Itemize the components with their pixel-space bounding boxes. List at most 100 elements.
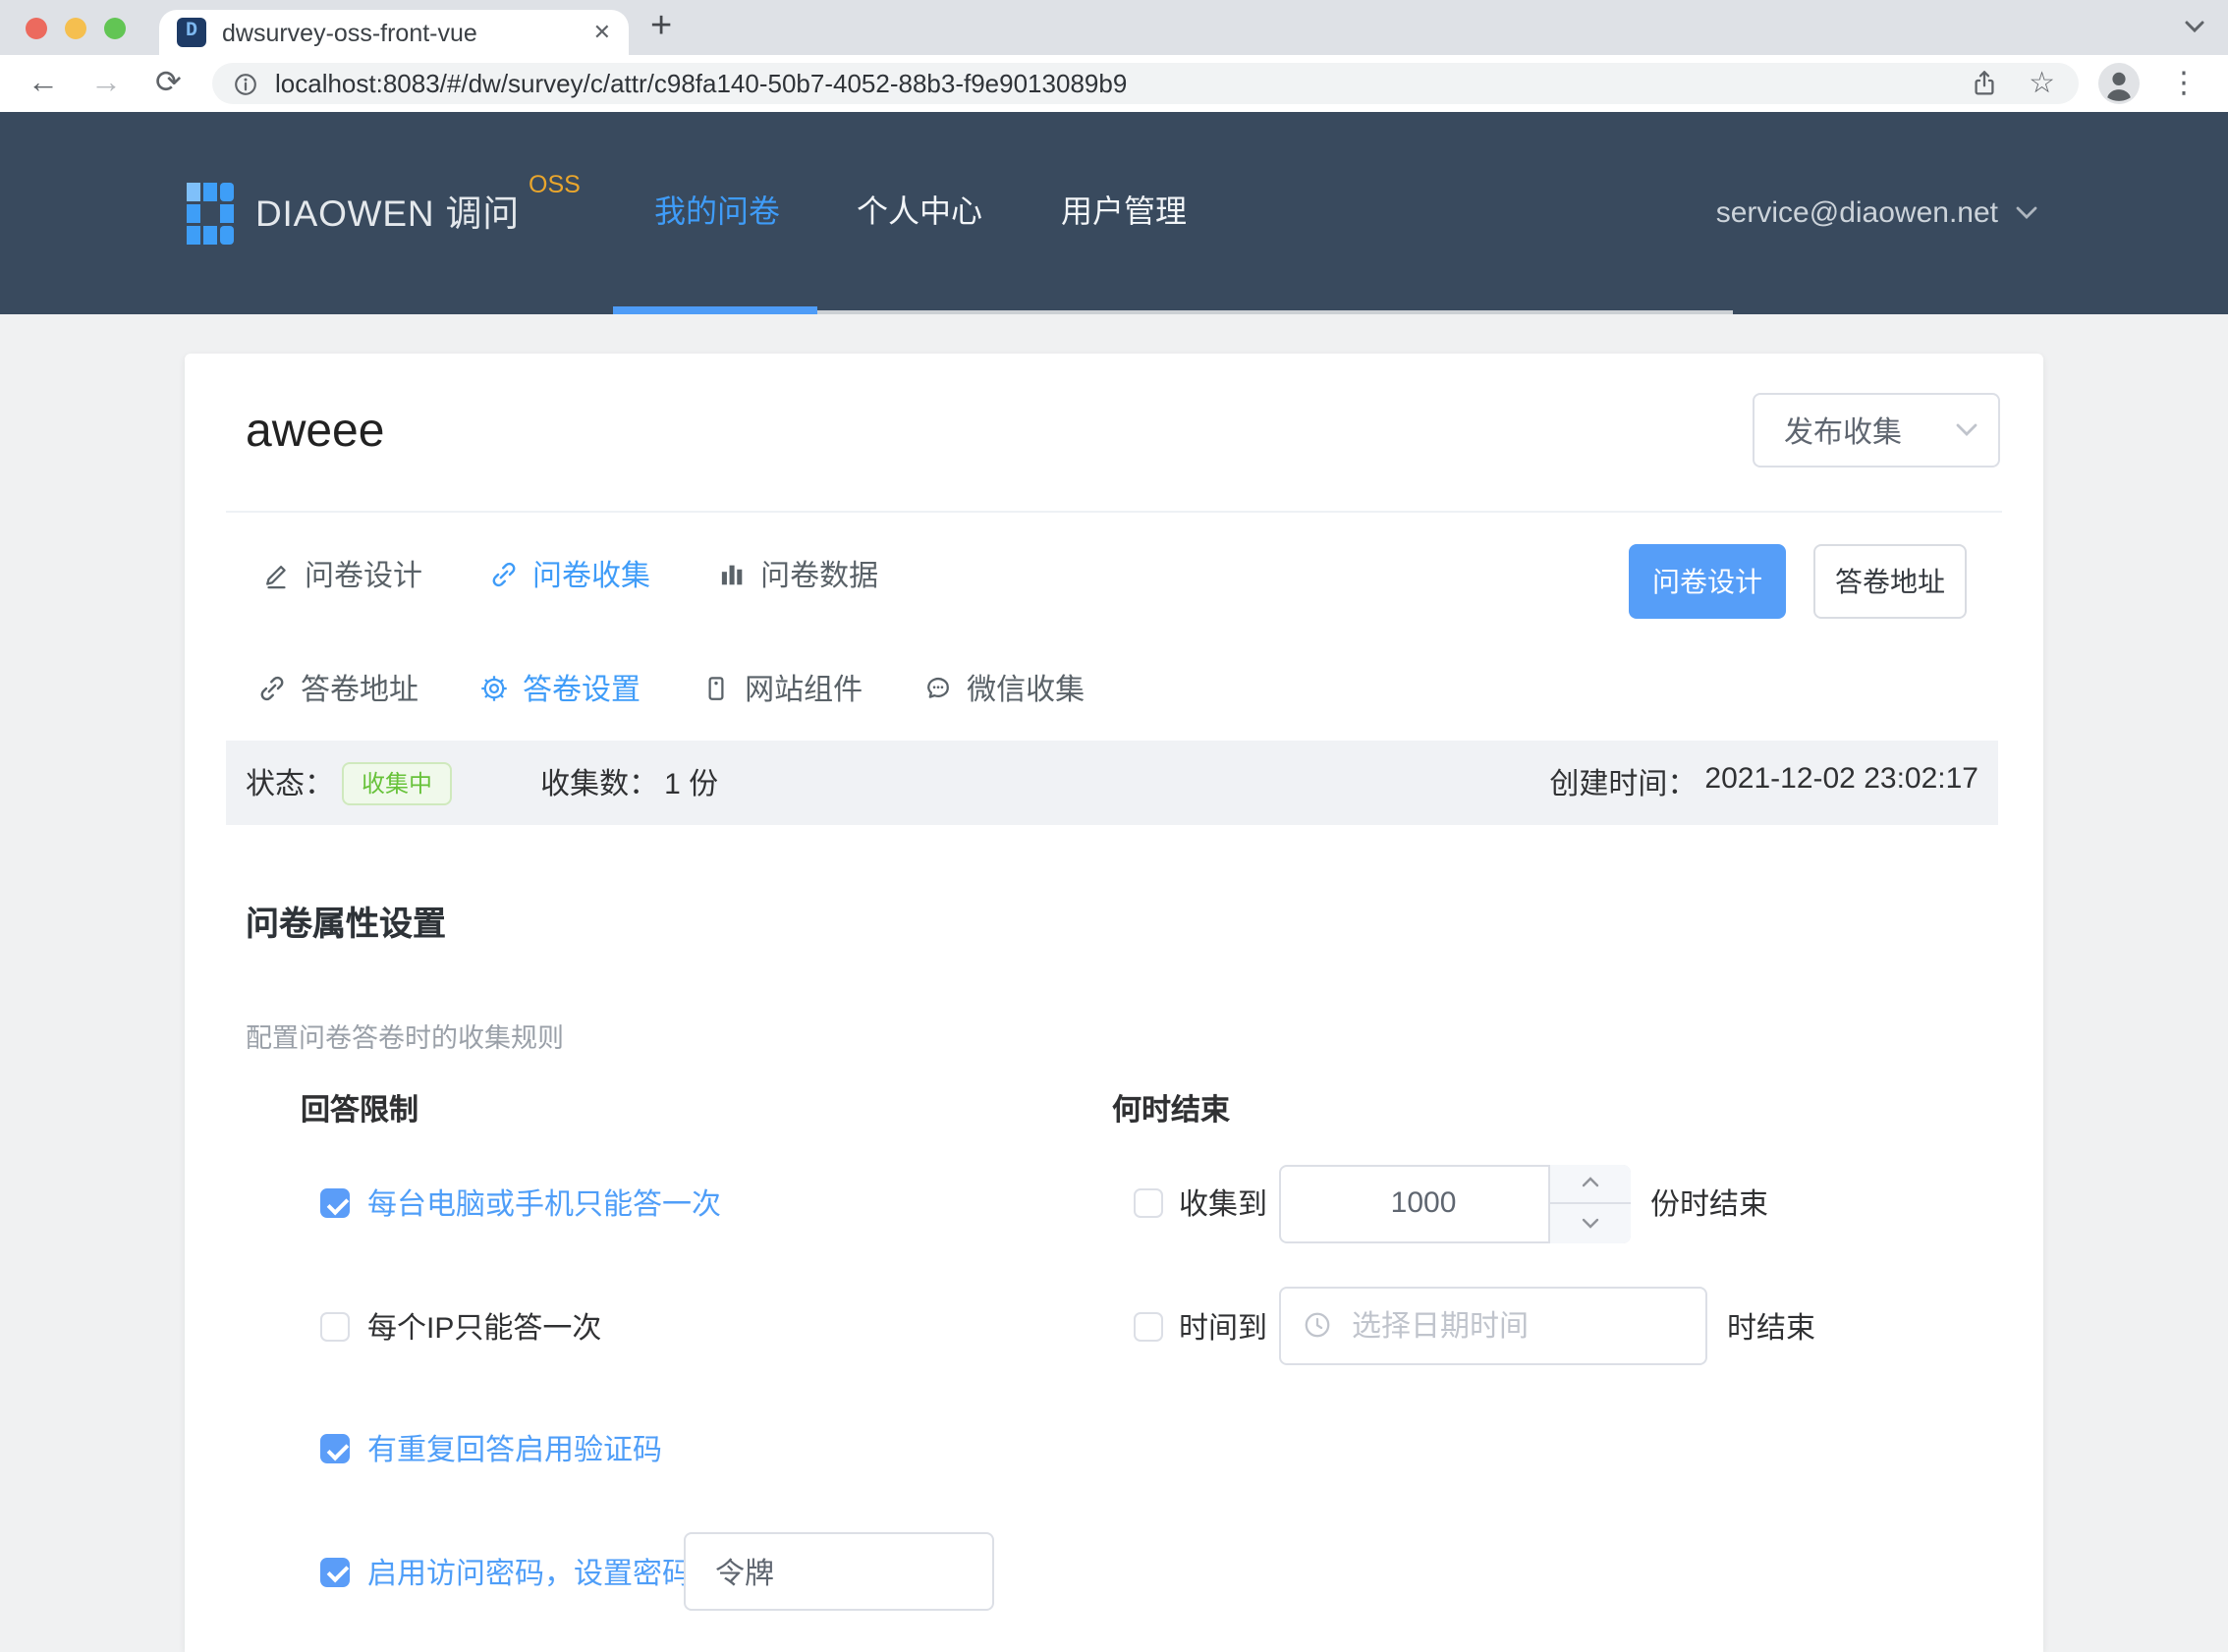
checkbox-password[interactable]	[320, 1557, 350, 1586]
rule-row-captcha: 有重复回答启用验证码	[320, 1419, 662, 1478]
account-menu[interactable]: service@diaowen.net	[1716, 112, 2037, 314]
window-minimize-button[interactable]	[65, 17, 86, 38]
rule-row-ip-once: 每个IP只能答一次	[320, 1296, 601, 1355]
browser-tab-strip: D dwsurvey-oss-front-vue ✕ +	[0, 0, 2228, 55]
status-bar: 状态： 收集中 收集数： 1 份 创建时间： 2021-12-02 23:02:…	[226, 741, 1998, 825]
password-input[interactable]	[684, 1532, 994, 1611]
nav-item-personal-center[interactable]: 个人中心	[857, 112, 982, 314]
bar-chart-icon	[717, 559, 747, 588]
tag-icon	[701, 673, 731, 702]
survey-card: aweee 发布收集 问卷设计 问卷收集 问卷数据 问卷设计 答卷地址	[185, 354, 2043, 1652]
chevron-down-icon	[1955, 422, 1978, 438]
number-spinner	[1548, 1164, 1631, 1242]
rule-row-password: 启用访问密码，设置密码	[320, 1542, 692, 1601]
link-icon	[489, 559, 519, 588]
tab-wechat-collect[interactable]: 微信收集	[923, 667, 1085, 708]
checkbox-end-by-time[interactable]	[1134, 1311, 1163, 1341]
tab-label: 答卷设置	[523, 667, 641, 708]
group-title-answer-limit: 回答限制	[301, 1088, 418, 1129]
window-zoom-button[interactable]	[104, 17, 126, 38]
count-rule-prefix: 收集到	[1179, 1183, 1267, 1224]
address-bar[interactable]: localhost:8083/#/dw/survey/c/attr/c98fa1…	[212, 63, 2079, 104]
account-email: service@diaowen.net	[1716, 196, 1998, 230]
nav-item-my-surveys[interactable]: 我的问卷	[654, 112, 780, 314]
checkbox-ip-once[interactable]	[320, 1311, 350, 1341]
bookmark-star-icon[interactable]: ☆	[2029, 63, 2055, 104]
created-time-value: 2021-12-02 23:02:17	[1704, 762, 1978, 803]
checkbox-label: 启用访问密码，设置密码	[367, 1551, 692, 1592]
nav-active-underline	[613, 306, 817, 314]
section-title: 问卷属性设置	[246, 896, 446, 945]
browser-toolbar: ← → ⟳ localhost:8083/#/dw/survey/c/attr/…	[0, 55, 2228, 112]
tab-answer-address[interactable]: 答卷地址	[257, 667, 418, 708]
browser-menu-icon[interactable]: ⋮	[2169, 55, 2199, 112]
publish-collect-value: 发布收集	[1784, 410, 1902, 451]
section-description: 配置问卷答卷时的收集规则	[246, 1016, 564, 1055]
spinner-up-icon[interactable]	[1550, 1164, 1631, 1204]
pencil-icon	[261, 559, 291, 588]
secondary-tabs: 答卷地址 答卷设置 网站组件 微信收集	[257, 634, 1085, 741]
diaowen-logo-icon	[187, 183, 238, 246]
checkbox-captcha[interactable]	[320, 1434, 350, 1463]
reload-icon[interactable]: ⟳	[155, 55, 182, 112]
checkbox-end-by-count[interactable]	[1134, 1188, 1163, 1218]
tab-label: 问卷设计	[305, 553, 422, 594]
group-title-end-rules: 何时结束	[1112, 1088, 1230, 1129]
forward-icon[interactable]: →	[90, 55, 122, 112]
status-label: 状态：	[246, 762, 334, 803]
tab-label: 问卷数据	[760, 553, 878, 594]
collect-count-label: 收集数：	[540, 762, 658, 803]
tab-label: 网站组件	[745, 667, 863, 708]
chevron-down-icon	[2016, 206, 2037, 220]
status-badge: 收集中	[342, 761, 452, 804]
tab-answer-settings[interactable]: 答卷设置	[479, 667, 641, 708]
tab-survey-data[interactable]: 问卷数据	[717, 553, 878, 594]
back-icon[interactable]: ←	[28, 55, 59, 112]
share-icon[interactable]	[1970, 69, 1997, 98]
publish-collect-select[interactable]: 发布收集	[1753, 393, 2000, 468]
screen: D dwsurvey-oss-front-vue ✕ + ← → ⟳ local…	[0, 0, 2228, 1652]
date-picker-field	[1279, 1287, 1707, 1365]
checkbox-device-once[interactable]	[320, 1188, 350, 1218]
app-header: DIAOWEN 调问 OSS 我的问卷 个人中心 用户管理 service@di…	[0, 112, 2228, 314]
survey-design-button[interactable]: 问卷设计	[1629, 544, 1786, 619]
chat-bubble-icon	[923, 673, 953, 702]
answer-address-button[interactable]: 答卷地址	[1813, 544, 1967, 619]
survey-title: aweee	[246, 405, 384, 460]
tab-close-icon[interactable]: ✕	[593, 20, 611, 45]
count-rule-suffix: 份时结束	[1650, 1183, 1768, 1224]
checkbox-label: 每个IP只能答一次	[367, 1305, 601, 1347]
rule-row-end-by-time: 时间到 时结束	[1134, 1287, 1815, 1365]
primary-tabs: 问卷设计 问卷收集 问卷数据	[261, 513, 878, 634]
tab-label: 问卷收集	[532, 553, 650, 594]
tab-search-chevron-icon[interactable]	[2185, 20, 2204, 33]
tab-site-widget[interactable]: 网站组件	[701, 667, 863, 708]
link-icon	[257, 673, 287, 702]
gear-icon	[479, 673, 509, 702]
tab-survey-design[interactable]: 问卷设计	[261, 553, 422, 594]
rule-row-end-by-count: 收集到 份时结束	[1134, 1164, 1768, 1242]
nav-item-user-management[interactable]: 用户管理	[1061, 112, 1187, 314]
date-picker-input[interactable]	[1279, 1287, 1707, 1365]
spinner-down-icon[interactable]	[1550, 1204, 1631, 1242]
tab-survey-collect[interactable]: 问卷收集	[489, 553, 650, 594]
window-close-button[interactable]	[26, 17, 47, 38]
browser-tab[interactable]: D dwsurvey-oss-front-vue ✕	[159, 10, 629, 55]
new-tab-button[interactable]: +	[650, 2, 672, 53]
tab-title: dwsurvey-oss-front-vue	[222, 19, 582, 46]
collect-count-value: 1 份	[664, 762, 718, 803]
created-time-label: 创建时间：	[1549, 762, 1697, 803]
tab-label: 答卷地址	[301, 667, 418, 708]
time-rule-suffix: 时结束	[1727, 1305, 1815, 1347]
checkbox-label: 每台电脑或手机只能答一次	[367, 1183, 721, 1224]
count-number-field	[1279, 1164, 1631, 1242]
tab-label: 微信收集	[967, 667, 1085, 708]
time-rule-prefix: 时间到	[1179, 1305, 1267, 1347]
checkbox-label: 有重复回答启用验证码	[367, 1428, 662, 1469]
brand-badge: OSS	[529, 171, 581, 198]
site-info-icon[interactable]	[232, 70, 259, 97]
site-favicon-icon: D	[177, 18, 206, 47]
url-text: localhost:8083/#/dw/survey/c/attr/c98fa1…	[275, 69, 1970, 98]
rule-row-device-once: 每台电脑或手机只能答一次	[320, 1174, 721, 1233]
browser-profile-avatar[interactable]	[2098, 63, 2140, 104]
